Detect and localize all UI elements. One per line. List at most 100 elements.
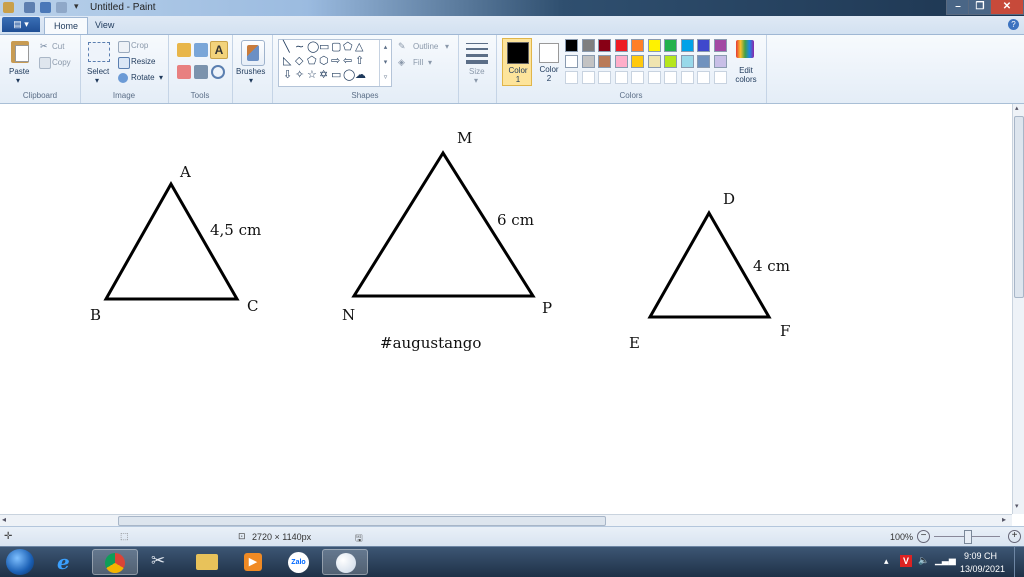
fill-button[interactable]: Fill bbox=[413, 58, 423, 67]
volume-icon[interactable]: 🔈 bbox=[918, 555, 929, 566]
shapes-gallery[interactable]: ╲ ∼ ◯ ▭ ▢ ⬠ △ ◺ ◇ ⬠ ⬡ ⇨ ⇦ ⇧ ⇩ ✧ ☆ ✡ ▭ ◯ … bbox=[278, 39, 392, 87]
tab-view[interactable]: View bbox=[86, 17, 123, 33]
palette-swatch[interactable] bbox=[631, 39, 644, 52]
palette-swatch[interactable] bbox=[664, 71, 677, 84]
vertical-scroll-thumb[interactable] bbox=[1014, 116, 1024, 298]
clock-time[interactable]: 9:09 CH bbox=[964, 551, 997, 561]
tab-home[interactable]: Home bbox=[44, 17, 89, 34]
pencil-icon[interactable] bbox=[177, 43, 191, 57]
palette-swatch[interactable] bbox=[697, 71, 710, 84]
diamond-shape-icon[interactable]: ◇ bbox=[295, 56, 303, 67]
antivirus-tray-icon[interactable]: V bbox=[900, 555, 912, 567]
copy-button[interactable]: Copy bbox=[52, 58, 71, 67]
text-tool-icon[interactable]: A bbox=[210, 41, 228, 59]
palette-swatch[interactable] bbox=[680, 55, 694, 68]
polygon-shape-icon[interactable]: ⬠ bbox=[343, 42, 353, 53]
palette-swatch[interactable] bbox=[581, 39, 595, 52]
redo-icon[interactable] bbox=[56, 2, 67, 13]
color1-button[interactable]: Color 1 bbox=[502, 38, 532, 86]
horizontal-scroll-thumb[interactable] bbox=[118, 516, 606, 526]
four-point-star-shape-icon[interactable]: ✧ bbox=[295, 70, 304, 81]
scroll-down-icon[interactable]: ▾ bbox=[1015, 502, 1019, 510]
taskbar-media-player[interactable]: ▶ bbox=[230, 549, 276, 575]
palette-swatch[interactable] bbox=[647, 71, 661, 84]
outline-dropdown-icon[interactable]: ▾ bbox=[445, 42, 449, 51]
palette-swatch[interactable] bbox=[664, 39, 677, 52]
palette-swatch[interactable] bbox=[647, 55, 661, 68]
help-icon[interactable]: ? bbox=[1008, 19, 1019, 30]
eraser-icon[interactable] bbox=[177, 65, 191, 79]
palette-swatch[interactable] bbox=[614, 55, 628, 68]
select-icon[interactable] bbox=[88, 42, 110, 62]
palette-swatch[interactable] bbox=[614, 71, 628, 84]
resize-button[interactable]: Resize bbox=[131, 57, 155, 66]
curve-shape-icon[interactable]: ∼ bbox=[295, 42, 304, 53]
paste-button[interactable] bbox=[8, 39, 32, 65]
palette-swatch[interactable] bbox=[581, 55, 595, 68]
palette-swatch[interactable] bbox=[598, 39, 611, 52]
taskbar-zalo[interactable]: Zalo bbox=[276, 549, 322, 575]
clock-date[interactable]: 13/09/2021 bbox=[960, 564, 1005, 574]
network-signal-icon[interactable]: ▁▃▅ bbox=[935, 555, 956, 566]
brushes-dropdown-icon[interactable]: ▾ bbox=[249, 76, 253, 85]
fill-dropdown-icon[interactable]: ▾ bbox=[428, 58, 432, 67]
rotate-dropdown-icon[interactable]: ▾ bbox=[159, 73, 163, 82]
callout-shape-icon[interactable]: ▭ bbox=[331, 70, 341, 81]
brushes-button[interactable] bbox=[241, 40, 265, 66]
size-dropdown-icon[interactable]: ▾ bbox=[474, 76, 478, 85]
vertical-scrollbar[interactable]: ▴ ▾ bbox=[1012, 104, 1024, 514]
taskbar-file-explorer[interactable] bbox=[184, 549, 230, 575]
palette-swatch[interactable] bbox=[631, 71, 644, 84]
fill-bucket-icon[interactable] bbox=[194, 43, 208, 57]
scroll-up-icon[interactable]: ▴ bbox=[1015, 104, 1019, 112]
cut-button[interactable]: Cut bbox=[52, 42, 64, 51]
edit-colors-icon[interactable] bbox=[736, 40, 754, 58]
palette-swatch[interactable] bbox=[647, 39, 661, 52]
show-desktop-button[interactable] bbox=[1014, 547, 1024, 577]
up-arrow-shape-icon[interactable]: ⇧ bbox=[355, 56, 364, 67]
shapes-scroll[interactable]: ▴ ▾ ▿ bbox=[379, 40, 391, 86]
outline-button[interactable]: Outline bbox=[413, 42, 438, 51]
zoom-slider-thumb[interactable] bbox=[964, 530, 972, 544]
zoom-out-button[interactable]: − bbox=[917, 530, 930, 543]
save-icon[interactable] bbox=[24, 2, 35, 13]
right-arrow-shape-icon[interactable]: ⇨ bbox=[331, 56, 340, 67]
palette-swatch[interactable] bbox=[598, 55, 611, 68]
scroll-right-icon[interactable]: ▸ bbox=[1002, 515, 1006, 524]
paint-menu-button[interactable]: ▤ ▾ bbox=[2, 17, 40, 32]
maximize-button[interactable]: ❐ bbox=[968, 0, 992, 15]
palette-swatch[interactable] bbox=[565, 39, 578, 52]
rounded-rectangle-shape-icon[interactable]: ▢ bbox=[331, 42, 341, 53]
palette-swatch[interactable] bbox=[598, 71, 611, 84]
palette-swatch[interactable] bbox=[713, 55, 727, 68]
color-picker-icon[interactable] bbox=[194, 65, 208, 79]
line-size-icon[interactable] bbox=[466, 41, 488, 64]
taskbar-snipping-tool[interactable]: ✂ bbox=[138, 549, 184, 575]
palette-swatch[interactable] bbox=[697, 39, 710, 52]
undo-icon[interactable] bbox=[40, 2, 51, 13]
paste-dropdown-icon[interactable]: ▾ bbox=[16, 76, 20, 85]
select-button[interactable]: Select bbox=[87, 67, 109, 76]
taskbar-chrome[interactable] bbox=[92, 549, 138, 575]
taskbar-paint[interactable] bbox=[322, 549, 368, 575]
palette-swatch[interactable] bbox=[631, 55, 644, 68]
hexagon-shape-icon[interactable]: ⬡ bbox=[319, 56, 329, 67]
palette-swatch[interactable] bbox=[614, 39, 628, 52]
cloud-callout-shape-icon[interactable]: ☁ bbox=[355, 70, 366, 81]
five-point-star-shape-icon[interactable]: ☆ bbox=[307, 70, 317, 81]
color2-button[interactable]: Color 2 bbox=[534, 38, 564, 86]
edit-colors-button[interactable]: Edit colors bbox=[732, 66, 760, 84]
right-triangle-shape-icon[interactable]: ◺ bbox=[283, 56, 291, 67]
rotate-button[interactable]: Rotate bbox=[131, 73, 155, 82]
drawing-canvas[interactable]: A B C 4,5 cm M N P 6 cm D E F 4 cm #augu… bbox=[0, 104, 1012, 514]
show-hidden-icons-icon[interactable]: ▴ bbox=[884, 556, 889, 567]
taskbar-internet-explorer[interactable]: e bbox=[46, 549, 92, 575]
palette-swatch[interactable] bbox=[581, 71, 595, 84]
palette-swatch[interactable] bbox=[565, 71, 578, 84]
zoom-in-button[interactable]: + bbox=[1008, 530, 1021, 543]
triangle-shape-icon[interactable]: △ bbox=[355, 42, 363, 53]
magnifier-icon[interactable] bbox=[211, 65, 225, 79]
crop-button[interactable]: Crop bbox=[131, 41, 148, 50]
palette-swatch[interactable] bbox=[565, 55, 578, 68]
canvas-area[interactable]: A B C 4,5 cm M N P 6 cm D E F 4 cm #augu… bbox=[0, 104, 1012, 514]
